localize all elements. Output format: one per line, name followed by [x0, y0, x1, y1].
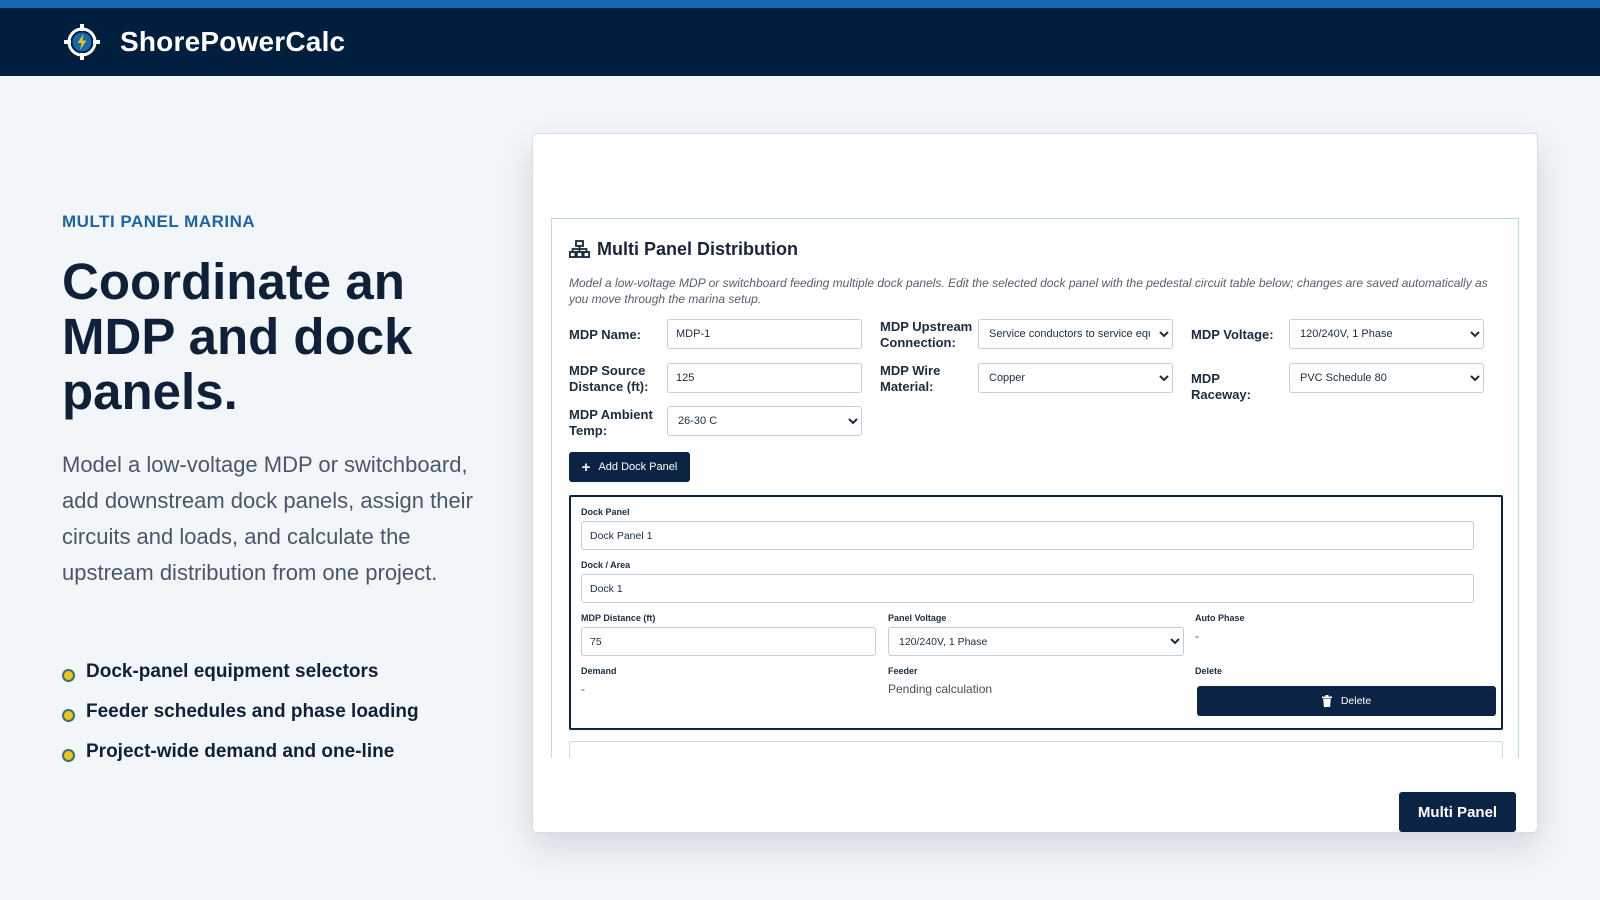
delete-button-label: Delete — [1340, 695, 1372, 707]
mdp-raceway-select[interactable]: PVC Schedule 80 — [1289, 363, 1484, 393]
next-dock-panel-card[interactable] — [569, 741, 1503, 758]
mdp-upstream-select[interactable]: Service conductors to service equipment — [978, 319, 1173, 349]
auto-phase-label: Auto Phase — [1195, 613, 1245, 623]
add-dock-panel-label: Add Dock Panel — [598, 461, 678, 473]
brand-name[interactable]: ShorePowerCalc — [120, 26, 345, 58]
demand-value: - — [581, 682, 585, 696]
plus-icon: + — [581, 458, 591, 476]
mdp-raceway-label: MDP Raceway: — [1191, 371, 1251, 402]
section-description: Model a low-voltage MDP or switchboard f… — [569, 276, 1488, 306]
bullet-icon — [62, 668, 75, 682]
bullet-icon — [62, 748, 75, 762]
feature-text: Feeder schedules and phase loading — [86, 701, 419, 722]
top-nav-bar: ShorePowerCalc — [0, 0, 1600, 76]
network-icon — [569, 240, 590, 258]
panel-voltage-label: Panel Voltage — [888, 613, 947, 623]
mdp-wire-material-label: MDP Wire Material: — [880, 363, 941, 394]
feature-item: Feeder schedules and phase loading — [62, 692, 419, 732]
auto-phase-value: - — [1195, 629, 1199, 643]
multi-panel-section[interactable]: Multi Panel Distribution Model a low-vol… — [551, 218, 1519, 758]
dock-panel-card[interactable]: Dock Panel Dock / Area MDP Distance (ft)… — [569, 495, 1503, 730]
bullet-icon — [62, 708, 75, 722]
app-preview-card: Multi Panel Distribution Model a low-vol… — [532, 133, 1538, 833]
eyebrow-label: MULTI PANEL MARINA — [62, 212, 256, 231]
dock-panel-name-input[interactable] — [581, 521, 1474, 550]
feeder-label: Feeder — [888, 666, 918, 676]
mdp-ambient-temp-select[interactable]: 26-30 C — [667, 406, 862, 436]
mdp-voltage-select[interactable]: 120/240V, 1 Phase — [1289, 319, 1484, 349]
mdp-upstream-label: MDP Upstream Connection: — [880, 319, 973, 350]
hero-description: Model a low-voltage MDP or switchboard, … — [62, 452, 473, 585]
page-headline: Coordinate an MDP and dock panels. — [62, 253, 413, 420]
dock-area-label: Dock / Area — [581, 560, 631, 570]
feature-item: Project-wide demand and one-line — [62, 732, 419, 772]
feature-text: Dock-panel equipment selectors — [86, 661, 379, 682]
mdp-wire-material-select[interactable]: Copper — [978, 363, 1173, 393]
trash-icon — [1321, 695, 1332, 707]
mdp-distance-input[interactable] — [581, 627, 876, 656]
multi-panel-button[interactable]: Multi Panel — [1399, 792, 1516, 832]
delete-label: Delete — [1195, 666, 1223, 676]
mdp-voltage-label: MDP Voltage: — [1191, 327, 1274, 342]
panel-voltage-select[interactable]: 120/240V, 1 Phase — [888, 627, 1184, 656]
feature-list: Dock-panel equipment selectors Feeder sc… — [62, 652, 419, 772]
lightning-target-icon[interactable] — [62, 22, 102, 62]
section-title: Multi Panel Distribution — [569, 239, 798, 260]
demand-label: Demand — [581, 666, 617, 676]
dock-panel-label: Dock Panel — [581, 507, 630, 517]
feeder-value: Pending calculation — [888, 682, 993, 696]
mdp-source-distance-input[interactable] — [667, 363, 862, 393]
add-dock-panel-button[interactable]: + Add Dock Panel — [569, 452, 690, 482]
mdp-name-label: MDP Name: — [569, 327, 642, 342]
feature-text: Project-wide demand and one-line — [86, 741, 395, 762]
section-title-text: Multi Panel Distribution — [597, 239, 798, 259]
delete-dock-panel-button[interactable]: Delete — [1197, 686, 1496, 716]
mdp-name-input[interactable] — [667, 319, 862, 349]
mdp-ambient-temp-label: MDP Ambient Temp: — [569, 407, 653, 438]
mdp-source-distance-label: MDP Source Distance (ft): — [569, 363, 649, 394]
dock-area-input[interactable] — [581, 574, 1474, 603]
mdp-distance-label: MDP Distance (ft) — [581, 613, 656, 623]
feature-item: Dock-panel equipment selectors — [62, 652, 419, 692]
